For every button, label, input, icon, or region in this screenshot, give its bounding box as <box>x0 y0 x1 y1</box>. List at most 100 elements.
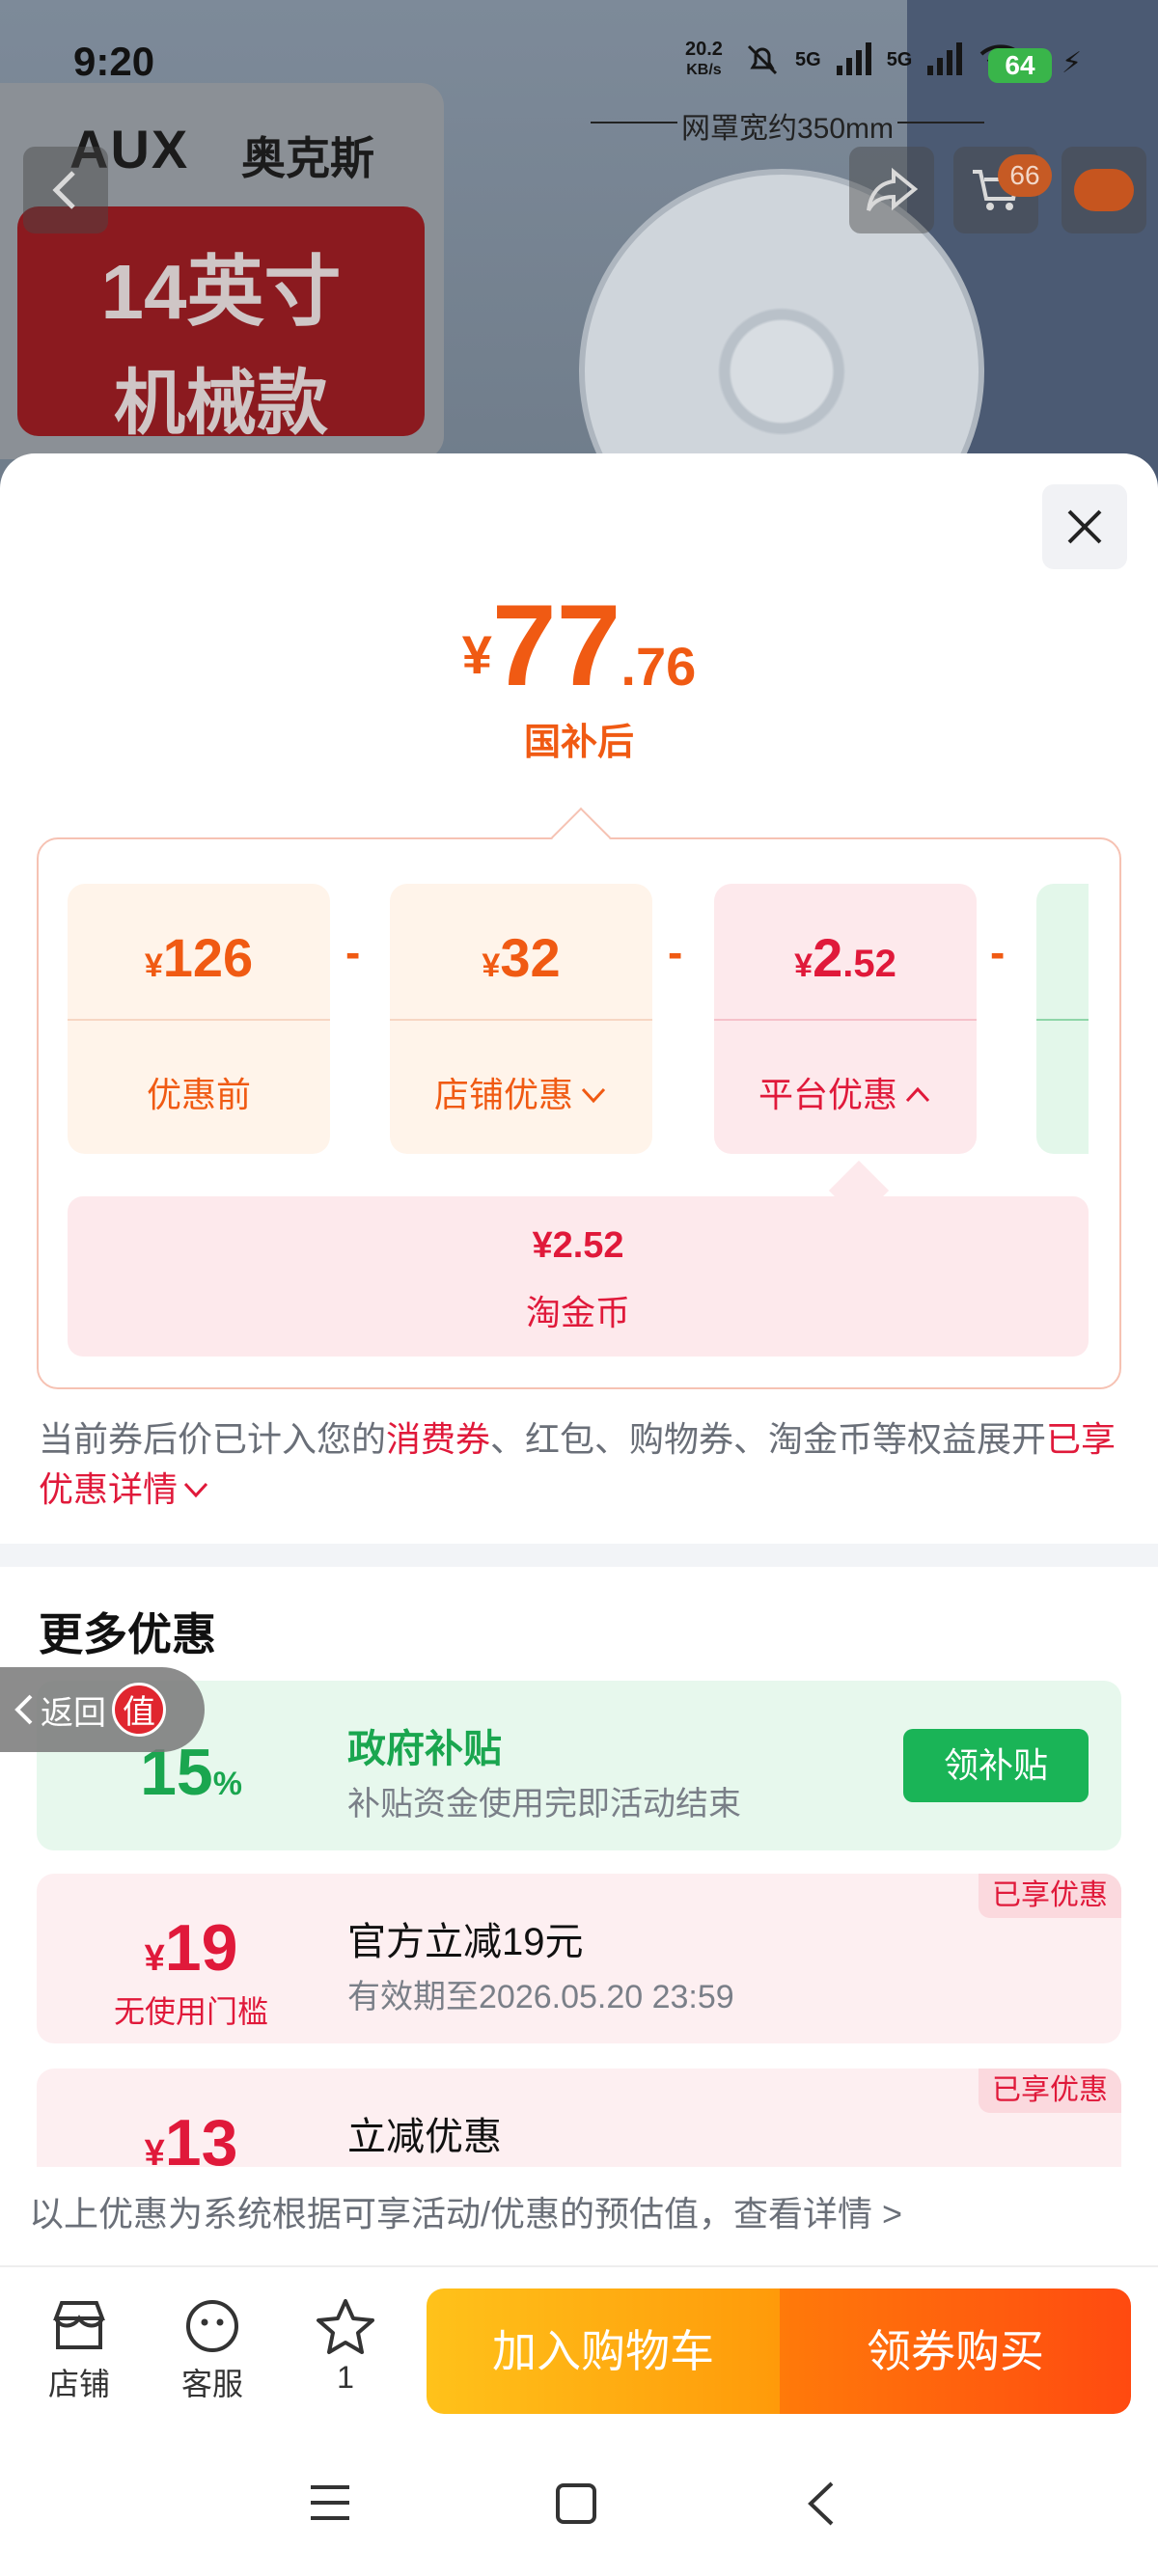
status-time: 9:20 <box>73 39 155 84</box>
currency-symbol: ¥ <box>144 947 163 984</box>
offer-amount-value: 13 <box>164 2106 238 2167</box>
final-price-decimal: .76 <box>620 636 697 697</box>
enjoyed-badge: 已享优惠 <box>979 1874 1121 1918</box>
offer-big-value: ¥13 <box>37 2105 345 2167</box>
offer-amount-value: 19 <box>164 1911 238 1985</box>
breakdown-label: 店铺优惠 <box>390 1067 652 1117</box>
chat-face-icon <box>154 2292 270 2360</box>
note-highlight: 消费券 <box>386 1419 491 1459</box>
final-price-label: 国补后 <box>523 723 634 763</box>
breakdown-amount: 126 <box>162 927 254 988</box>
currency-symbol: ¥ <box>794 947 813 984</box>
platform-discount-detail: ¥2.52 淘金币 <box>68 1196 1089 1357</box>
currency-symbol: ¥ <box>144 2133 165 2167</box>
offer-amount: ¥19 无使用门槛 <box>37 1874 345 2043</box>
buy-with-coupon-button[interactable]: 领券购买 <box>780 2288 1131 2414</box>
status-bar: 9:20 20.2 KB/s 5G 5G 64 ⚡ <box>0 0 1158 116</box>
favorite-count: 1 <box>337 2360 354 2395</box>
share-icon <box>867 167 919 211</box>
final-price: ¥77.76 <box>0 579 1158 712</box>
cart-count-badge: 66 <box>998 154 1052 197</box>
card-divider <box>390 1019 652 1021</box>
shop-icon <box>21 2292 137 2360</box>
breakdown-label: 平台优惠 <box>714 1067 977 1117</box>
currency-symbol: ¥ <box>144 1938 165 1979</box>
breakdown-card-subsidy[interactable] <box>1036 884 1089 1154</box>
shop-tab[interactable]: 店铺 <box>21 2292 137 2404</box>
status-icons: 5G 5G <box>743 41 1024 79</box>
offer-official-discount: ¥19 无使用门槛 官方立减19元 有效期至2026.05.20 23:59 已… <box>37 1874 1121 2043</box>
offer-big-value: ¥19 <box>37 1910 345 1986</box>
breakdown-value: ¥126 <box>68 926 330 989</box>
section-divider <box>0 1544 1158 1567</box>
size-badge: 14英寸 机械款 <box>17 206 425 443</box>
chevron-left-icon <box>52 171 75 209</box>
signal-bars-icon-2 <box>927 42 963 75</box>
offer-validity: 有效期至2026.05.20 23:59 <box>347 1979 734 2015</box>
minus-operator: - <box>668 927 683 977</box>
offer-title: 官方立减19元 <box>347 1921 584 1963</box>
menu-icon[interactable] <box>307 2481 353 2529</box>
breakdown-card-original: ¥126 优惠前 <box>68 884 330 1154</box>
star-icon <box>288 2292 403 2360</box>
shop-tab-label: 店铺 <box>47 2367 110 2401</box>
size-badge-line2: 机械款 <box>114 363 328 443</box>
charging-icon: ⚡ <box>1062 47 1083 79</box>
floating-back-button[interactable]: 返回 值 <box>0 1667 205 1752</box>
add-to-cart-button[interactable]: 加入购物车 <box>427 2288 780 2414</box>
breakdown-label-text: 店铺优惠 <box>433 1075 573 1114</box>
breakdown-amount: 2 <box>813 927 843 988</box>
card-divider <box>68 1019 330 1021</box>
chevron-down-icon <box>183 1482 208 1498</box>
floating-back-label: 返回 <box>41 1694 106 1732</box>
card-divider <box>1036 1019 1089 1021</box>
breakdown-amount: 32 <box>500 927 561 988</box>
signal-5g-icon-2: 5G <box>886 48 913 70</box>
chevron-up-icon <box>905 1086 930 1103</box>
net-speed-unit: KB/s <box>686 62 722 78</box>
offer-title: 立减优惠 <box>347 2116 502 2158</box>
breakdown-card-shop-discount[interactable]: ¥32 店铺优惠 <box>390 884 652 1154</box>
offer-threshold: 无使用门槛 <box>113 1994 268 2029</box>
claim-subsidy-button[interactable]: 领补贴 <box>903 1729 1089 1802</box>
minus-operator: - <box>990 927 1006 977</box>
offer-amount: ¥13 <box>37 2069 345 2167</box>
final-price-integer: 77 <box>491 581 621 710</box>
disclaimer-link[interactable]: 以上优惠为系统根据可享活动/优惠的预估值，查看详情 > <box>29 2186 902 2236</box>
offer-instant-discount: ¥13 立减优惠 已享优惠 <box>37 2069 1121 2167</box>
net-speed: 20.2 KB/s <box>685 39 723 81</box>
service-tab-label: 客服 <box>180 2367 243 2401</box>
battery-indicator: 64 <box>988 48 1052 83</box>
detail-amount: ¥2.52 <box>532 1225 624 1266</box>
breakdown-label-text: 平台优惠 <box>758 1075 897 1114</box>
size-badge-line1: 14英寸 <box>100 249 342 335</box>
favorite-tab[interactable]: 1 <box>288 2292 403 2396</box>
offer-unit: % <box>212 1766 242 1802</box>
breakdown-value: ¥32 <box>390 926 652 989</box>
brand-name-cn: 奥克斯 <box>241 133 374 183</box>
back-button[interactable] <box>23 147 108 233</box>
offer-title: 政府补贴 <box>347 1728 502 1770</box>
note-prefix: 当前券后价已计入您的 <box>39 1419 387 1459</box>
breakdown-amount-decimal: .52 <box>842 943 896 985</box>
net-speed-value: 20.2 <box>685 39 723 60</box>
signal-bars-icon <box>836 42 871 75</box>
service-tab[interactable]: 客服 <box>154 2292 270 2404</box>
breakdown-value: ¥2.52 <box>714 926 977 989</box>
enjoyed-badge: 已享优惠 <box>979 2069 1121 2113</box>
price-note: 当前券后价已计入您的消费券、红包、购物券、淘金币等权益展开已享优惠详情 <box>39 1414 1119 1515</box>
mute-icon <box>747 44 778 75</box>
close-button[interactable] <box>1042 484 1127 569</box>
home-icon[interactable] <box>554 2481 598 2531</box>
breakdown-card-platform-discount[interactable]: ¥2.52 平台优惠 <box>714 884 977 1154</box>
share-button[interactable] <box>849 147 934 233</box>
offer-subtitle: 补贴资金使用完即活动结束 <box>347 1786 741 1822</box>
note-middle: 、红包、购物券、淘金币等权益展开 <box>490 1419 1047 1459</box>
value-badge: 值 <box>112 1683 166 1737</box>
breakdown-label: 优惠前 <box>146 1075 251 1114</box>
system-back-icon[interactable] <box>803 2480 838 2533</box>
more-offers-title: 更多优惠 <box>39 1609 216 1659</box>
more-button[interactable] <box>1062 147 1146 233</box>
close-icon <box>1067 509 1102 544</box>
signal-5g-icon: 5G <box>795 48 821 70</box>
